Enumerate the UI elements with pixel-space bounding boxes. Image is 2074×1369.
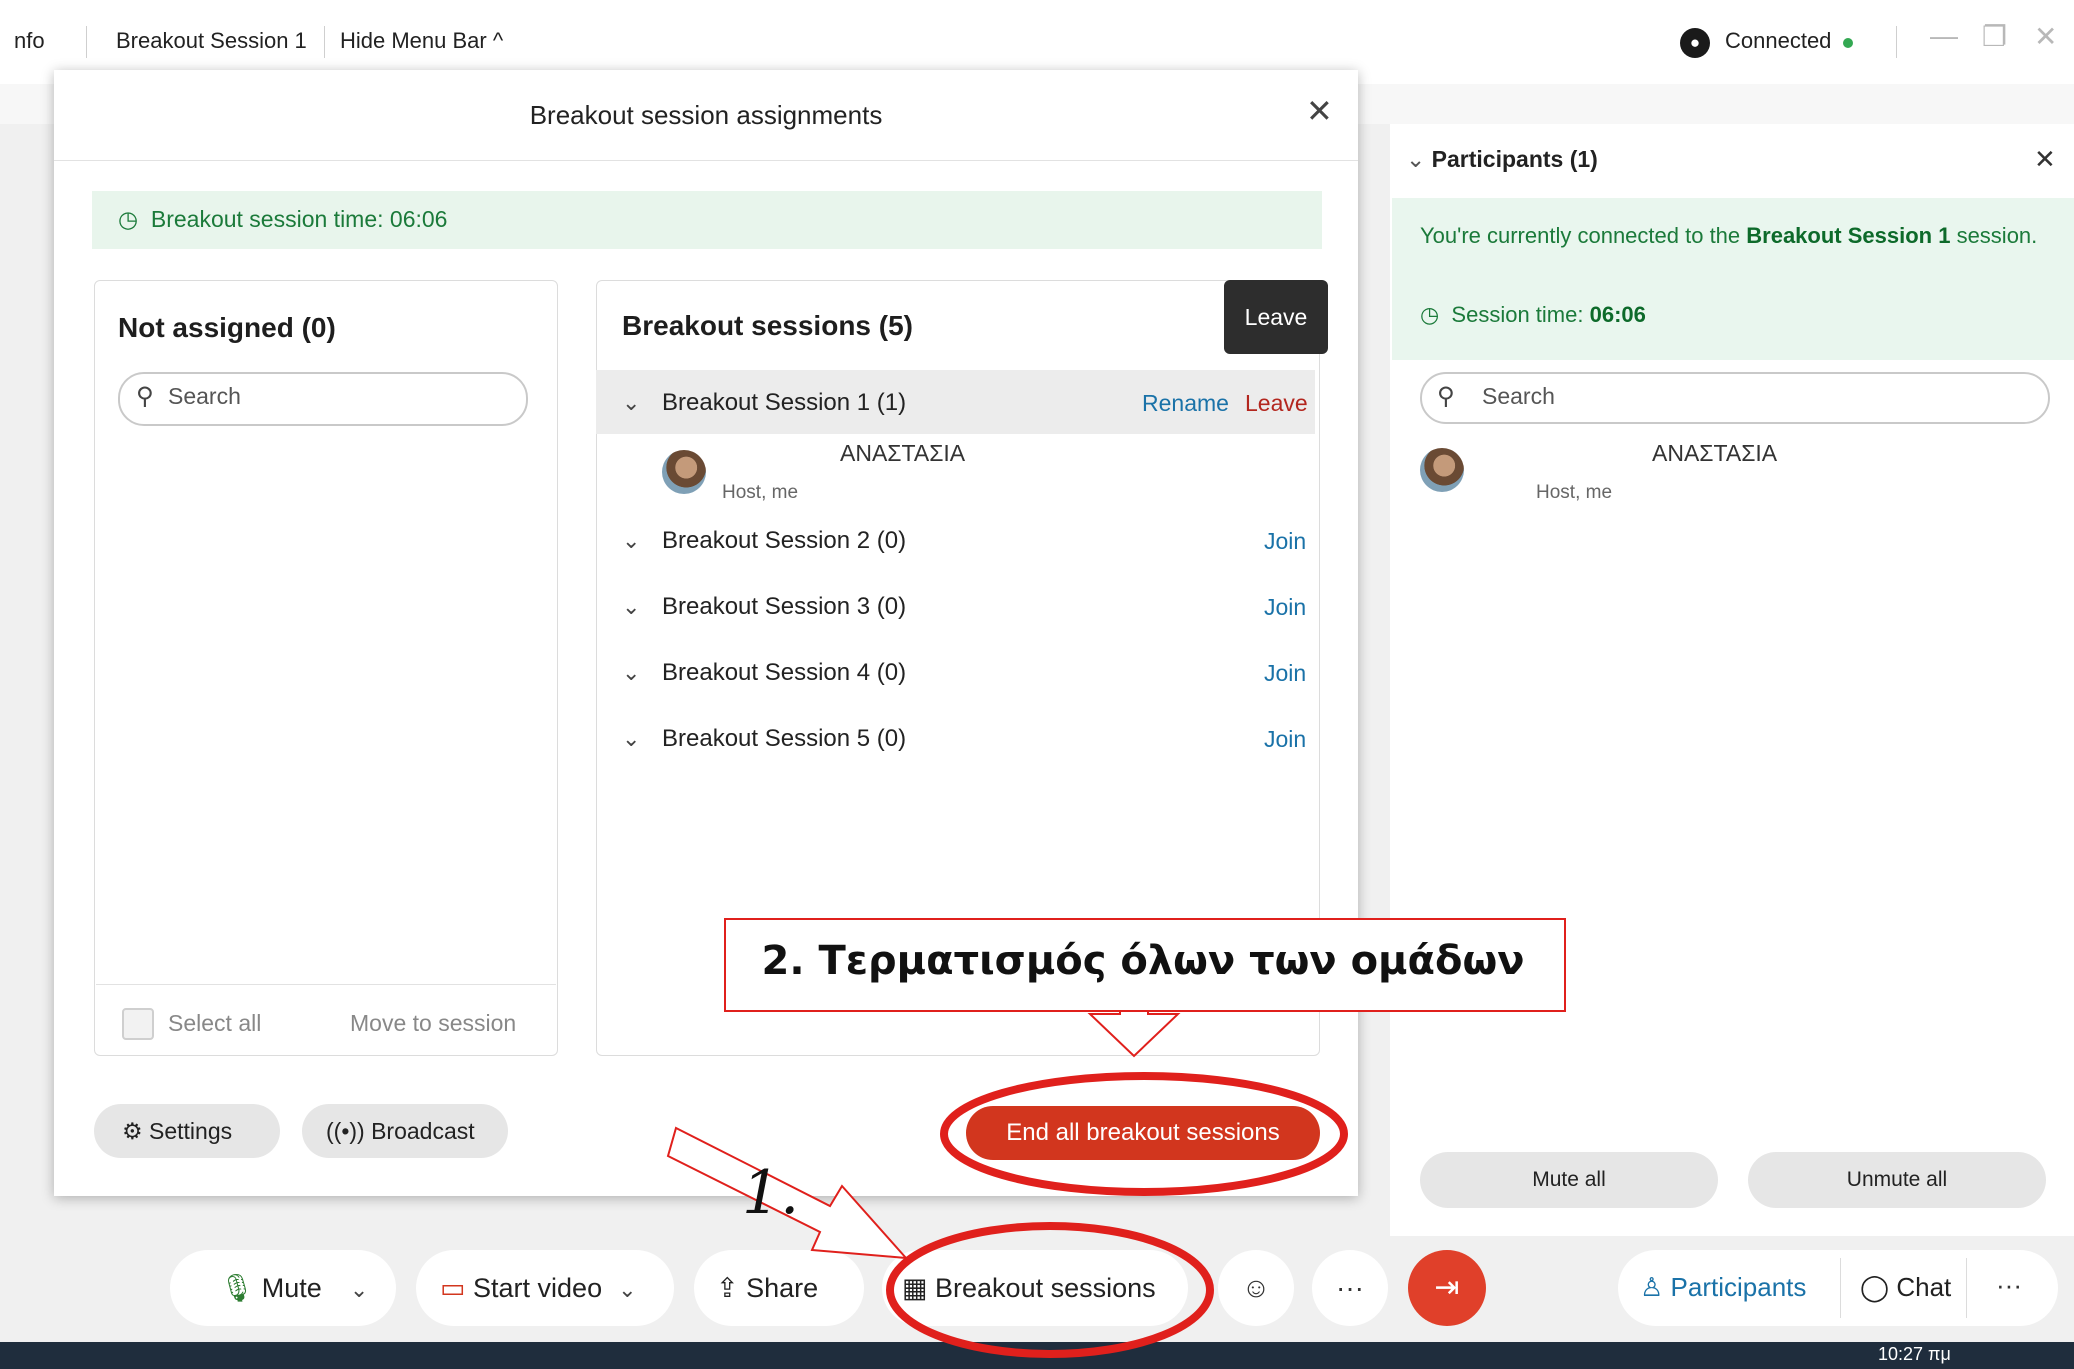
annotation-step1-label: 1. — [742, 1158, 800, 1228]
annotation-overlay — [666, 1007, 1348, 1358]
callout-arrow — [1087, 1007, 1181, 1058]
end-all-highlight-ellipse — [940, 1072, 1348, 1196]
annotation-step2-text: 2. Τερματισμός όλων των ομάδων — [761, 938, 1525, 984]
breakout-button-highlight-ellipse — [886, 1222, 1214, 1358]
